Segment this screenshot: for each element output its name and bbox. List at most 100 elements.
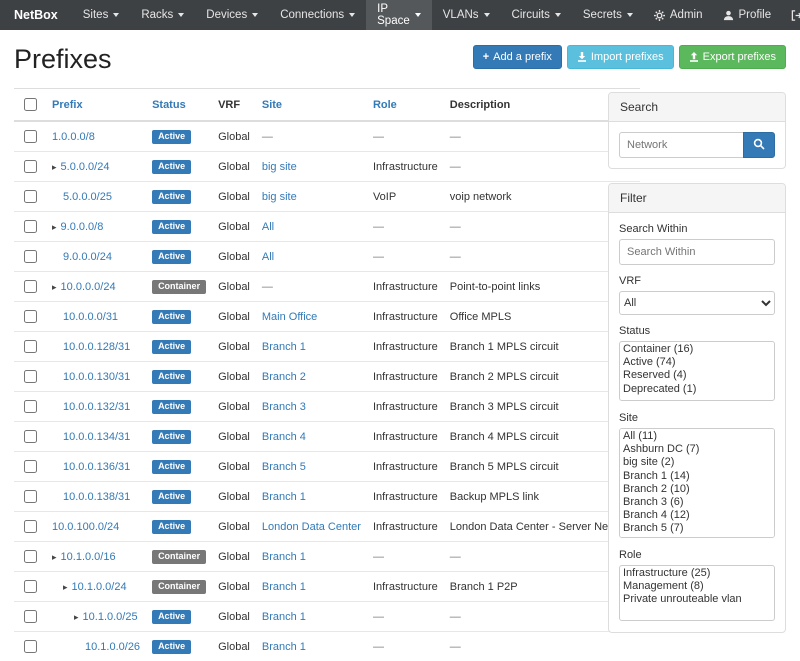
expand-arrow-icon[interactable]: ▸	[52, 552, 57, 562]
filter-option[interactable]: Branch 3 (6)	[621, 496, 773, 509]
row-checkbox[interactable]	[24, 580, 37, 593]
filter-option[interactable]: Infrastructure (25)	[621, 567, 773, 580]
site-link[interactable]: Branch 1	[262, 581, 306, 593]
nav-item-ip-space[interactable]: IP Space	[366, 0, 432, 30]
prefix-link[interactable]: 5.0.0.0/25	[63, 191, 112, 203]
prefix-link[interactable]: 10.0.100.0/24	[52, 521, 119, 533]
prefix-link[interactable]: 10.0.0.128/31	[63, 341, 130, 353]
site-link[interactable]: London Data Center	[262, 521, 361, 533]
expand-arrow-icon[interactable]: ▸	[74, 612, 79, 622]
site-link[interactable]: Branch 5	[262, 461, 306, 473]
expand-arrow-icon[interactable]: ▸	[52, 222, 57, 232]
import-prefixes-button[interactable]: Import prefixes	[567, 45, 674, 69]
nav-item-sites[interactable]: Sites	[72, 0, 131, 30]
nav-item-circuits[interactable]: Circuits	[501, 0, 572, 30]
prefix-link[interactable]: 10.1.0.0/26	[85, 641, 140, 653]
row-checkbox[interactable]	[24, 460, 37, 473]
filter-option[interactable]: big site (2)	[621, 456, 773, 469]
row-checkbox[interactable]	[24, 310, 37, 323]
row-checkbox[interactable]	[24, 550, 37, 563]
site-link[interactable]: Branch 3	[262, 401, 306, 413]
search-input[interactable]	[619, 132, 743, 158]
prefix-link[interactable]: 1.0.0.0/8	[52, 131, 95, 143]
prefix-link[interactable]: 9.0.0.0/24	[63, 251, 112, 263]
column-header-prefix[interactable]: Prefix	[46, 89, 146, 122]
prefix-link[interactable]: 10.0.0.0/24	[61, 281, 116, 293]
row-checkbox[interactable]	[24, 220, 37, 233]
filter-option[interactable]: Reserved (4)	[621, 369, 773, 382]
site-link[interactable]: Branch 2	[262, 371, 306, 383]
nav-log-out[interactable]: Log out	[781, 0, 800, 30]
site-link[interactable]: big site	[262, 191, 297, 203]
row-checkbox[interactable]	[24, 250, 37, 263]
site-filter-select[interactable]: All (11)Ashburn DC (7)big site (2)Branch…	[619, 428, 775, 538]
vrf-filter-select[interactable]: All	[619, 291, 775, 315]
column-header-site[interactable]: Site	[256, 89, 367, 122]
prefix-link[interactable]: 10.1.0.0/24	[72, 581, 127, 593]
expand-arrow-icon[interactable]: ▸	[52, 162, 57, 172]
add-prefix-button[interactable]: + Add a prefix	[473, 45, 562, 69]
row-checkbox[interactable]	[24, 400, 37, 413]
row-checkbox[interactable]	[24, 430, 37, 443]
site-link[interactable]: Branch 1	[262, 611, 306, 623]
expand-arrow-icon[interactable]: ▸	[63, 582, 68, 592]
nav-admin[interactable]: Admin	[644, 0, 713, 30]
row-checkbox[interactable]	[24, 160, 37, 173]
site-link[interactable]: Branch 1	[262, 341, 306, 353]
row-checkbox[interactable]	[24, 610, 37, 623]
filter-option[interactable]: Active (74)	[621, 356, 773, 369]
filter-option[interactable]: Branch 1 (14)	[621, 470, 773, 483]
site-link[interactable]: All	[262, 251, 274, 263]
filter-option[interactable]: Private unrouteable vlan	[621, 593, 773, 606]
role-filter-select[interactable]: Infrastructure (25)Management (8)Private…	[619, 565, 775, 621]
row-checkbox[interactable]	[24, 190, 37, 203]
prefix-link[interactable]: 10.0.0.134/31	[63, 431, 130, 443]
prefix-link[interactable]: 10.1.0.0/25	[83, 611, 138, 623]
filter-option[interactable]: Branch 5 (7)	[621, 522, 773, 535]
column-header-status[interactable]: Status	[146, 89, 212, 122]
row-checkbox[interactable]	[24, 130, 37, 143]
filter-option[interactable]: COLO 1 (4)	[621, 536, 773, 539]
nav-profile[interactable]: Profile	[713, 0, 782, 30]
prefix-link[interactable]: 10.0.0.132/31	[63, 401, 130, 413]
filter-option[interactable]: Container (16)	[621, 343, 773, 356]
row-checkbox[interactable]	[24, 520, 37, 533]
site-link[interactable]: All	[262, 221, 274, 233]
expand-arrow-icon[interactable]: ▸	[52, 282, 57, 292]
row-checkbox[interactable]	[24, 340, 37, 353]
filter-option[interactable]: Branch 2 (10)	[621, 483, 773, 496]
site-link[interactable]: Branch 1	[262, 641, 306, 653]
prefix-link[interactable]: 9.0.0.0/8	[61, 221, 104, 233]
prefix-link[interactable]: 10.0.0.136/31	[63, 461, 130, 473]
brand[interactable]: NetBox	[0, 0, 72, 30]
nav-item-connections[interactable]: Connections	[269, 0, 366, 30]
status-filter-select[interactable]: Container (16)Active (74)Reserved (4)Dep…	[619, 341, 775, 401]
site-link[interactable]: Branch 1	[262, 491, 306, 503]
row-checkbox[interactable]	[24, 490, 37, 503]
site-link[interactable]: Main Office	[262, 311, 317, 323]
export-prefixes-button[interactable]: Export prefixes	[679, 45, 786, 69]
select-all-checkbox[interactable]	[24, 98, 37, 111]
column-header-role[interactable]: Role	[367, 89, 444, 122]
nav-item-racks[interactable]: Racks	[130, 0, 195, 30]
nav-item-secrets[interactable]: Secrets	[572, 0, 644, 30]
filter-option[interactable]: Deprecated (1)	[621, 383, 773, 396]
prefix-link[interactable]: 10.0.0.138/31	[63, 491, 130, 503]
site-link[interactable]: big site	[262, 161, 297, 173]
prefix-link[interactable]: 10.0.0.130/31	[63, 371, 130, 383]
nav-item-vlans[interactable]: VLANs	[432, 0, 501, 30]
filter-option[interactable]: All (11)	[621, 430, 773, 443]
nav-item-devices[interactable]: Devices	[195, 0, 269, 30]
filter-option[interactable]: Branch 4 (12)	[621, 509, 773, 522]
site-link[interactable]: Branch 1	[262, 551, 306, 563]
prefix-link[interactable]: 10.1.0.0/16	[61, 551, 116, 563]
prefix-link[interactable]: 10.0.0.0/31	[63, 311, 118, 323]
site-link[interactable]: Branch 4	[262, 431, 306, 443]
row-checkbox[interactable]	[24, 280, 37, 293]
row-checkbox[interactable]	[24, 370, 37, 383]
prefix-link[interactable]: 5.0.0.0/24	[61, 161, 110, 173]
row-checkbox[interactable]	[24, 640, 37, 653]
search-button[interactable]	[743, 132, 775, 158]
filter-option[interactable]: Management (8)	[621, 580, 773, 593]
search-within-input[interactable]	[619, 239, 775, 265]
